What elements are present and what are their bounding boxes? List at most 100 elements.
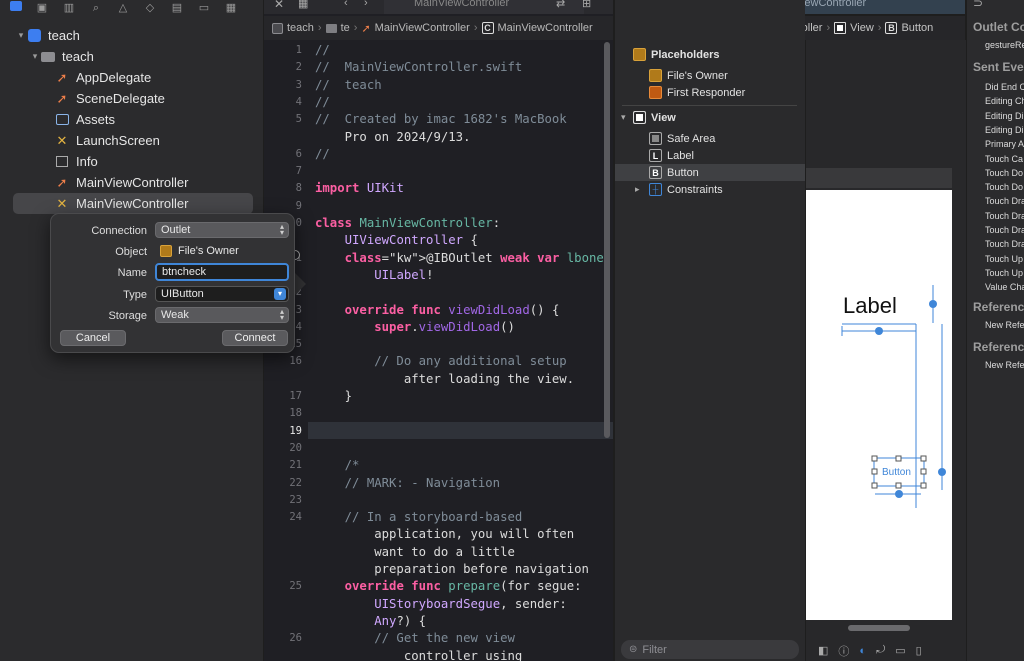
code-line[interactable]: // Do any additional setup <box>315 353 567 370</box>
appearance-icon[interactable]: ◐ <box>859 645 866 657</box>
grid-icon[interactable]: ▦ <box>298 0 308 10</box>
disclosure-down-icon[interactable]: ▾ <box>16 30 26 41</box>
find-navigator-tab-icon[interactable]: ⌕ <box>89 2 103 14</box>
connect-button[interactable]: Connect <box>222 330 288 346</box>
sent-event-item[interactable]: Touch Do <box>985 182 1023 192</box>
code-line[interactable]: super.viewDidLoad() <box>315 319 515 336</box>
device-ipad-icon[interactable]: ▭ <box>895 644 905 657</box>
outline-filter-field[interactable]: ⊜ Filter <box>621 640 799 659</box>
sent-event-item[interactable]: Editing Ch <box>985 96 1024 106</box>
type-combobox[interactable]: UIButton ▾ <box>155 286 289 302</box>
outlet-collection-item[interactable]: gestureRe <box>985 40 1024 50</box>
issue-navigator-tab-icon[interactable]: △ <box>116 2 130 14</box>
sent-event-item[interactable]: Touch Dra <box>985 211 1024 221</box>
outlet-name-input[interactable]: btncheck <box>155 263 289 281</box>
code-line[interactable]: /* <box>315 457 360 474</box>
test-navigator-tab-icon[interactable]: ◇ <box>143 2 157 14</box>
code-line[interactable]: Pro on 2024/9/13. <box>315 129 471 146</box>
code-line[interactable]: } <box>315 388 352 405</box>
navigator-item[interactable]: ▾ teach <box>0 25 263 46</box>
report-navigator-tab-icon[interactable]: ▦ <box>224 2 238 14</box>
navigator-item[interactable]: Info <box>0 151 263 172</box>
sent-event-item[interactable]: Value Cha <box>985 282 1024 292</box>
code-line[interactable]: UIViewController { <box>315 232 478 249</box>
accessibility-icon[interactable]: ⓘ <box>838 643 849 659</box>
debug-navigator-tab-icon[interactable]: ▤ <box>170 2 184 14</box>
outline-constraints[interactable]: ▸ ┼ Constraints <box>615 181 805 198</box>
sent-event-item[interactable]: Touch Ca <box>985 154 1023 164</box>
sent-event-item[interactable]: Did End C <box>985 82 1024 92</box>
breadcrumb-project[interactable]: teach <box>287 22 314 34</box>
new-referencing-collection[interactable]: New Refe <box>985 360 1024 370</box>
navigator-item[interactable]: Assets <box>0 109 263 130</box>
code-line[interactable]: // teach <box>315 77 382 94</box>
storage-select[interactable]: Weak ▴ ▾ <box>155 307 289 323</box>
navigator-item[interactable]: ➚ SceneDelegate <box>0 88 263 109</box>
disclosure-right-icon[interactable]: ▸ <box>635 184 649 195</box>
code-line[interactable]: // MainViewController.swift <box>315 59 522 76</box>
outline-files-owner[interactable]: File's Owner <box>615 67 805 84</box>
back-chevron-icon[interactable]: ‹ <box>344 0 348 9</box>
scene-dock[interactable] <box>806 168 952 188</box>
outline-view[interactable]: ▾ View <box>615 109 805 126</box>
breadcrumb-class[interactable]: MainViewController <box>498 22 593 34</box>
code-line[interactable]: override func prepare(for segue: <box>315 578 582 595</box>
code-line[interactable]: import UIKit <box>315 180 404 197</box>
symbol-navigator-tab-icon[interactable]: ▥ <box>62 2 76 14</box>
outline-first-responder[interactable]: First Responder <box>615 84 805 101</box>
breadcrumb-folder[interactable]: te <box>341 22 350 34</box>
breadcrumb-view[interactable]: View <box>850 22 874 34</box>
code-line[interactable]: // Get the new view <box>315 630 515 647</box>
code-line[interactable]: // <box>315 94 330 111</box>
new-referencing-outlet[interactable]: New Refe <box>985 320 1024 330</box>
cancel-button[interactable]: Cancel <box>60 330 126 346</box>
sent-event-item[interactable]: Touch Dra <box>985 196 1024 206</box>
add-editor-icon[interactable]: ⊞ <box>582 0 591 10</box>
code-line[interactable]: want to do a little <box>315 544 515 561</box>
sent-event-item[interactable]: Touch Dra <box>985 239 1024 249</box>
navigator-item[interactable]: ➚ MainViewController <box>0 172 263 193</box>
connections-inspector-icon[interactable]: ⊃ <box>973 0 983 10</box>
code-line[interactable]: override func viewDidLoad() { <box>315 302 560 319</box>
hide-outline-icon[interactable]: ◧ <box>818 644 828 657</box>
sent-event-item[interactable]: Touch Up <box>985 254 1023 264</box>
sent-event-item[interactable]: Editing Di <box>985 111 1024 121</box>
code-line[interactable]: // MARK: - Navigation <box>315 475 500 492</box>
project-navigator-tab-icon[interactable] <box>10 1 22 11</box>
connection-select[interactable]: Outlet ▴ ▾ <box>155 222 289 238</box>
code-line[interactable]: Any?) { <box>315 613 426 630</box>
source-editor[interactable]: ✕ ▦ ‹ › MainViewController ⇄ ⊞ teach › t… <box>264 0 613 661</box>
outline-label-item[interactable]: L Label <box>615 147 805 164</box>
related-items-icon[interactable]: ⇄ <box>556 0 565 10</box>
disclosure-down-icon[interactable]: ▾ <box>30 51 40 62</box>
sent-event-item[interactable]: Touch Dra <box>985 225 1024 235</box>
code-line[interactable]: // <box>315 146 330 163</box>
code-line[interactable]: // Created by imac 1682's MacBook <box>315 111 567 128</box>
code-line[interactable]: class="kw">@IBOutlet weak var lbone: <box>315 250 612 267</box>
code-line[interactable]: controller using <box>315 648 522 661</box>
outline-button-item[interactable]: B Button <box>615 164 805 181</box>
editor-scrollbar[interactable] <box>604 42 610 438</box>
sent-event-item[interactable]: Editing Di <box>985 125 1024 135</box>
code-line[interactable]: UILabel! <box>315 267 433 284</box>
code-line[interactable]: // In a storyboard-based <box>315 509 523 526</box>
breakpoint-navigator-tab-icon[interactable]: ▭ <box>197 2 211 14</box>
code-line[interactable]: class MainViewController: <box>315 215 500 232</box>
sent-event-item[interactable]: Touch Up <box>985 268 1023 278</box>
orientation-icon[interactable]: ⤾ <box>876 644 885 657</box>
disclosure-down-icon[interactable]: ▾ <box>621 112 633 123</box>
canvas-button[interactable]: Button <box>882 467 911 478</box>
navigator-item[interactable]: ✕ MainViewController <box>13 193 253 214</box>
code-line[interactable]: after loading the view. <box>315 371 574 388</box>
navigator-item[interactable]: ✕ LaunchScreen <box>0 130 263 151</box>
code-line[interactable]: // <box>315 42 330 59</box>
outline-safe-area[interactable]: Safe Area <box>615 130 805 147</box>
breadcrumb-file[interactable]: MainViewController <box>375 22 470 34</box>
combobox-chevron-icon[interactable]: ▾ <box>274 288 286 300</box>
navigator-item[interactable]: ▾ teach <box>0 46 263 67</box>
code-line[interactable]: application, you will often <box>315 526 574 543</box>
code-line[interactable]: preparation before navigation <box>315 561 589 578</box>
outline-placeholders[interactable]: Placeholders <box>615 46 805 63</box>
navigator-item[interactable]: ➚ AppDelegate <box>0 67 263 88</box>
source-control-tab-icon[interactable]: ▣ <box>35 2 49 14</box>
